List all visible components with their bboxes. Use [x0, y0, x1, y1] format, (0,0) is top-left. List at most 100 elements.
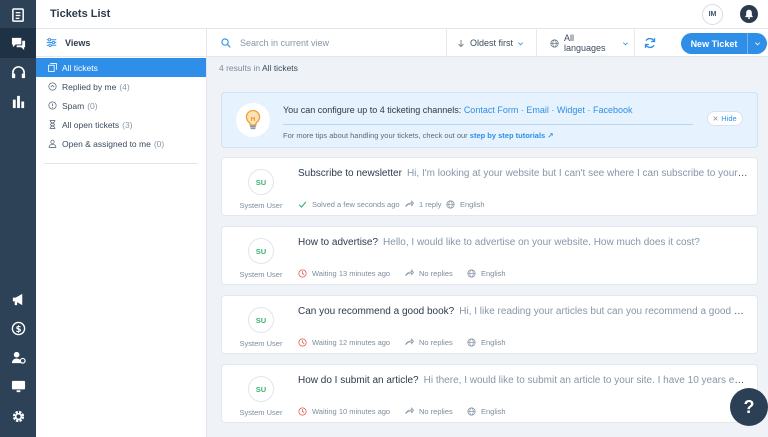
view-replied-by-me[interactable]: Replied by me (4)	[36, 77, 206, 96]
ticket-card[interactable]: SU System User Subscribe to newsletter Hi…	[221, 157, 758, 216]
tip-text: You can configure up to 4 ticketing chan…	[283, 105, 632, 115]
check-icon	[298, 201, 307, 208]
rail-agents[interactable]	[0, 342, 36, 372]
search-input[interactable]	[240, 38, 440, 48]
sliders-icon	[46, 38, 57, 47]
reply-arrow-icon	[405, 200, 414, 207]
author-name: System User	[239, 270, 283, 279]
separator-dot: ·	[520, 105, 524, 115]
rail-billing[interactable]: $	[0, 313, 36, 343]
svg-text:$: $	[15, 323, 21, 333]
view-label: Replied by me	[62, 81, 117, 92]
user-avatar[interactable]: IM	[702, 4, 723, 25]
hide-tip-button[interactable]: Hide	[707, 111, 743, 126]
rail-reports[interactable]	[0, 86, 36, 116]
help-button[interactable]: ?	[730, 388, 768, 426]
ticket-status: Solved a few seconds ago	[298, 200, 405, 209]
notifications-button[interactable]	[740, 5, 758, 23]
ticket-meta: Waiting 13 minutes ago No replies Englis…	[298, 269, 506, 278]
view-count: (3)	[122, 119, 133, 130]
results-view-name: All tickets	[262, 63, 298, 73]
ticket-card[interactable]: SU System User Can you recommend a good …	[221, 295, 758, 354]
reply-arrow-icon	[405, 338, 414, 345]
clock-icon	[298, 269, 307, 278]
new-ticket-button[interactable]: New Ticket	[681, 33, 767, 54]
channel-link-widget[interactable]: Widget	[557, 105, 585, 115]
ticket-meta: Waiting 10 minutes ago No replies Englis…	[298, 407, 506, 416]
ticket-status: Waiting 13 minutes ago	[298, 269, 405, 278]
reply-arrow-icon	[405, 269, 414, 276]
arrow-down-icon	[458, 39, 464, 47]
channels-tip-banner: You can configure up to 4 ticketing chan…	[221, 92, 758, 148]
language-text: English	[481, 407, 506, 416]
tutorials-link[interactable]: step by step tutorials ↗	[470, 131, 554, 140]
separator-dot: ·	[587, 105, 591, 115]
author-name: System User	[239, 201, 283, 210]
globe-icon	[467, 338, 476, 347]
views-panel: Views All tickets Replied by me (4) Spam…	[36, 29, 207, 437]
top-header: Tickets List IM	[36, 0, 768, 29]
ticket-status: Waiting 12 minutes ago	[298, 338, 405, 347]
person-icon	[48, 139, 57, 148]
view-spam[interactable]: Spam (0)	[36, 96, 206, 115]
channel-link-contact-form[interactable]: Contact Form	[464, 105, 519, 115]
language-dropdown[interactable]: All languages	[537, 29, 635, 57]
results-count: 4 results in	[219, 63, 261, 73]
view-count: (0)	[87, 100, 98, 111]
rail-calls[interactable]	[0, 57, 36, 87]
refresh-icon	[644, 37, 655, 49]
ticket-language: English	[467, 407, 506, 416]
separator-dot: ·	[551, 105, 555, 115]
agents-icon	[11, 351, 26, 364]
author-avatar: SU	[248, 307, 274, 333]
ticket-toolbar: Oldest first All languages New Ticket	[207, 29, 768, 57]
hourglass-icon	[49, 120, 56, 129]
channel-link-facebook[interactable]: Facebook	[593, 105, 633, 115]
ticket-preview: Hello, I would like to advertise on your…	[383, 237, 700, 248]
search-icon	[221, 38, 231, 48]
view-open-assigned-to-me[interactable]: Open & assigned to me (0)	[36, 134, 206, 153]
view-all-open-tickets[interactable]: All open tickets (3)	[36, 115, 206, 134]
ticket-preview: Hi, I like reading your articles but can…	[459, 306, 748, 317]
rail-chat[interactable]	[0, 28, 36, 58]
tip-subtext: For more tips about handling your ticket…	[283, 131, 554, 140]
ticket-summary: How do I submit an article? Hi there, I w…	[298, 375, 748, 386]
headset-icon	[11, 65, 25, 78]
search-box	[207, 29, 447, 57]
refresh-button[interactable]	[643, 29, 661, 57]
ban-icon	[48, 101, 57, 110]
rail-tickets[interactable]	[0, 0, 36, 30]
settings-gear-icon	[12, 410, 24, 422]
rail-campaigns[interactable]	[0, 284, 36, 314]
rail-settings[interactable]	[0, 401, 36, 431]
clock-icon	[298, 338, 307, 347]
tip-divider	[283, 124, 693, 125]
ticket-summary: Can you recommend a good book? Hi, I like…	[298, 306, 748, 317]
app-rail: $	[0, 0, 36, 437]
new-ticket-options-button[interactable]	[747, 33, 767, 54]
tip-message: You can configure up to 4 ticketing chan…	[283, 105, 462, 115]
replies-text: No replies	[419, 269, 453, 278]
ticket-language: English	[446, 200, 485, 209]
channel-link-email[interactable]: Email	[526, 105, 549, 115]
rail-display[interactable]	[0, 371, 36, 401]
author-avatar: SU	[248, 169, 274, 195]
megaphone-icon	[12, 293, 22, 305]
ticket-subject: Can you recommend a good book?	[298, 306, 455, 317]
view-label: Open & assigned to me	[62, 138, 151, 149]
ticket-card[interactable]: SU System User How do I submit an articl…	[221, 364, 758, 423]
ticket-summary: How to advertise? Hello, I would like to …	[298, 237, 748, 248]
status-text: Waiting 13 minutes ago	[312, 269, 391, 278]
chevron-down-icon	[623, 41, 629, 45]
chat-icon	[11, 37, 25, 50]
views-divider	[44, 163, 198, 164]
sort-dropdown[interactable]: Oldest first	[447, 29, 537, 57]
reply-arrow-icon	[405, 407, 414, 414]
ticket-card[interactable]: SU System User How to advertise? Hello, I…	[221, 226, 758, 285]
tickets-icon	[11, 7, 24, 22]
chevron-down-icon	[755, 42, 760, 46]
author-avatar: SU	[248, 376, 274, 402]
view-all-tickets[interactable]: All tickets	[36, 58, 206, 77]
ticket-meta: Waiting 12 minutes ago No replies Englis…	[298, 338, 506, 347]
new-ticket-label: New Ticket	[690, 38, 738, 49]
